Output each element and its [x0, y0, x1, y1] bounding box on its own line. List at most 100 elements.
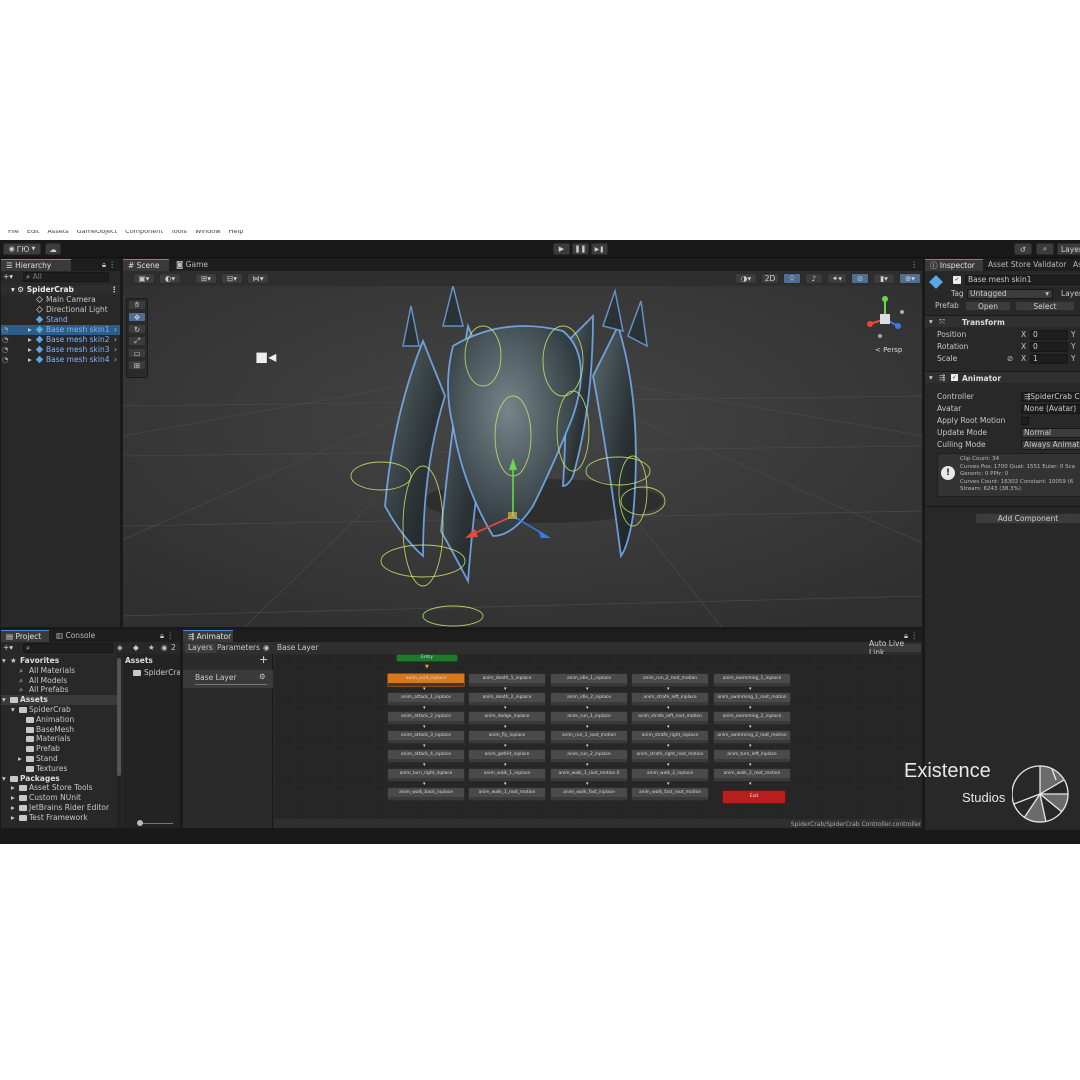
prefab-open-button[interactable]: Open	[965, 301, 1011, 311]
project-breadcrumb[interactable]: Assets	[125, 656, 153, 666]
animator-state-node[interactable]: anim_walk_2_inplace	[631, 768, 709, 782]
effects-dropdown[interactable]: ✦▾	[827, 273, 847, 284]
camera-dropdown[interactable]: ▮▾	[873, 273, 895, 284]
avatar-field[interactable]: None (Avatar)	[1021, 404, 1080, 414]
play-button[interactable]: ▶	[553, 243, 570, 255]
asset-folder[interactable]: Materials	[1, 734, 117, 744]
animator-enabled-checkbox[interactable]: ✓	[951, 374, 958, 381]
rotate-tool-button[interactable]: ↻	[128, 324, 146, 334]
perspective-label[interactable]: < Persp	[875, 346, 902, 354]
animator-state-node[interactable]: anim_turn_right_inplace	[387, 768, 465, 782]
parameters-tab[interactable]: Parameters	[215, 643, 262, 653]
eye-icon[interactable]: ◉	[161, 643, 168, 652]
gizmo-orientation[interactable]: ◑▾	[735, 273, 757, 284]
package-folder[interactable]: ▸ Custom NUnit	[1, 793, 117, 803]
assets-header[interactable]: ▾ Assets	[1, 695, 117, 706]
tab-hierarchy[interactable]: ☰ Hierarchy	[1, 259, 71, 271]
project-add-button[interactable]: +▾	[3, 643, 13, 652]
animator-state-node[interactable]: anim_run_2_inplace	[550, 749, 628, 763]
asset-folder[interactable]: Animation	[1, 715, 117, 725]
prefab-select-button[interactable]: Select	[1015, 301, 1075, 311]
menu-item[interactable]: Assets	[47, 230, 68, 235]
chevron-right-icon[interactable]: ▸	[11, 803, 15, 813]
culling-mode-dropdown[interactable]: Always Animate	[1021, 440, 1080, 450]
animator-state-node[interactable]: anim_swimming_2_root_motion	[713, 730, 791, 744]
label-filter-icon[interactable]: ◆	[133, 643, 139, 652]
animator-state-node[interactable]: anim_swimming_2_inplace	[713, 711, 791, 725]
chevron-right-icon[interactable]: ›	[114, 355, 117, 365]
animator-state-node[interactable]: anim_strafe_right_root_motion	[631, 749, 709, 763]
audio-toggle[interactable]: ♪	[805, 273, 823, 284]
chevron-right-icon[interactable]: ▸	[28, 355, 32, 365]
animator-state-node[interactable]: anim_attack_3_inplace	[387, 730, 465, 744]
kebab-menu-icon[interactable]: ⋮	[911, 260, 919, 269]
chevron-right-icon[interactable]: ›	[114, 325, 117, 335]
favorite-item[interactable]: ⌕ All Models	[1, 676, 117, 686]
active-checkbox[interactable]: ✓	[953, 276, 961, 284]
tab-inspector[interactable]: ⓘ Inspector	[925, 259, 983, 271]
chevron-right-icon[interactable]: ▸	[18, 754, 22, 764]
animator-state-node[interactable]: anim_attack_2_inplace	[387, 711, 465, 725]
menu-item[interactable]: Component	[125, 230, 163, 235]
controller-field[interactable]: ⇶SpiderCrab Co	[1021, 392, 1080, 402]
draw-mode-dropdown[interactable]: ▣▾	[133, 273, 155, 284]
transform-header[interactable]: ▾ ⤧ Transform	[925, 315, 1080, 327]
layers-tab[interactable]: Layers	[185, 643, 216, 653]
kebab-menu-icon[interactable]: ⋮	[109, 260, 117, 269]
animator-state-node[interactable]: anim_strafe_left_inplace	[631, 692, 709, 706]
chevron-right-icon[interactable]: ›	[114, 345, 117, 355]
menu-item[interactable]: Help	[229, 230, 244, 235]
animator-state-node[interactable]: anim_walk_2_root_motion	[713, 768, 791, 782]
animator-state-node[interactable]: anim_walk_1_root_motion	[468, 787, 546, 801]
animator-breadcrumb[interactable]: Base Layer	[273, 643, 323, 653]
chevron-right-icon[interactable]: ▸	[28, 345, 32, 355]
animator-state-node[interactable]: anim_swimming_1_root_motion	[713, 692, 791, 706]
menu-item[interactable]: Window	[195, 230, 221, 235]
animator-state-node[interactable]: anim_run_2_root_motion	[631, 673, 709, 687]
favorite-item[interactable]: ⌕ All Materials	[1, 666, 117, 676]
hierarchy-item[interactable]: Main Camera	[1, 295, 120, 305]
lock-icon[interactable]: 🔒︎	[102, 260, 106, 270]
chevron-right-icon[interactable]: ▸	[11, 783, 15, 793]
layers-dropdown[interactable]: Layer	[1057, 243, 1080, 255]
chevron-down-icon[interactable]: ▾	[11, 705, 15, 715]
rotation-x-field[interactable]: 0	[1030, 342, 1068, 352]
hierarchy-root[interactable]: ▾ ⚙ SpiderCrab ⋮	[1, 285, 120, 295]
scene-viewport[interactable]: ✋︎ ✥ ↻ ⤢ ▭ ⊞ ◼︎◂ < Persp	[123, 286, 922, 627]
animator-state-node[interactable]: anim_fly_inplace	[468, 730, 546, 744]
account-dropdown[interactable]: ◉ ГЮ ▼	[3, 243, 41, 255]
animator-state-node[interactable]: anim_walk_1_root_motion 0	[550, 768, 628, 782]
visibility-icon[interactable]: ◔	[2, 325, 9, 335]
tab-console[interactable]: ▥ Console	[51, 630, 97, 642]
visibility-icon[interactable]: ◔	[2, 335, 9, 345]
render-mode-dropdown[interactable]: ◐▾	[159, 273, 181, 284]
animator-state-node[interactable]: anim_turn_left_inplace	[713, 749, 791, 763]
favorites-header[interactable]: ▾ ★ Favorites	[1, 656, 117, 666]
menu-item[interactable]: File	[8, 230, 19, 235]
entry-node[interactable]: Entry	[396, 654, 458, 662]
tab-game[interactable]: ◙ Game	[171, 259, 211, 271]
history-button[interactable]: ↺	[1014, 243, 1032, 255]
animator-state-node[interactable]: anim_death_2_inplace	[468, 692, 546, 706]
add-button[interactable]: +▾	[3, 272, 19, 282]
visibility-icon[interactable]: ◔	[2, 345, 9, 355]
tab-scene[interactable]: # Scene	[123, 259, 169, 271]
animator-state-node[interactable]: anim_walk_fast_root_motion	[631, 787, 709, 801]
hierarchy-item[interactable]: ◔ ▸ › Base mesh skin3	[1, 345, 120, 355]
hierarchy-item[interactable]: Stand	[1, 315, 120, 325]
chevron-right-icon[interactable]: ▸	[28, 335, 32, 345]
hierarchy-item[interactable]: ◔ ▸ › Base mesh skin1	[1, 325, 120, 335]
update-mode-dropdown[interactable]: Normal	[1021, 428, 1080, 438]
kebab-menu-icon[interactable]: ⋮	[111, 285, 119, 295]
grid-snap-dropdown[interactable]: ⊟▾	[221, 273, 243, 284]
animator-state-node[interactable]: anim_acid_inplace	[387, 673, 465, 687]
search-input[interactable]: ⌕ All	[23, 272, 109, 282]
hand-tool-button[interactable]: ✋︎	[128, 300, 146, 310]
menu-item[interactable]: Tools	[171, 230, 187, 235]
asset-folder[interactable]: Prefab	[1, 744, 117, 754]
camera-gizmo-icon[interactable]: ◼︎◂	[255, 347, 276, 366]
cloud-button[interactable]: ☁	[45, 243, 61, 255]
orientation-gizmo[interactable]	[860, 294, 910, 344]
chevron-down-icon[interactable]: ▾	[2, 774, 6, 784]
eye-icon[interactable]: ◉	[263, 643, 270, 652]
